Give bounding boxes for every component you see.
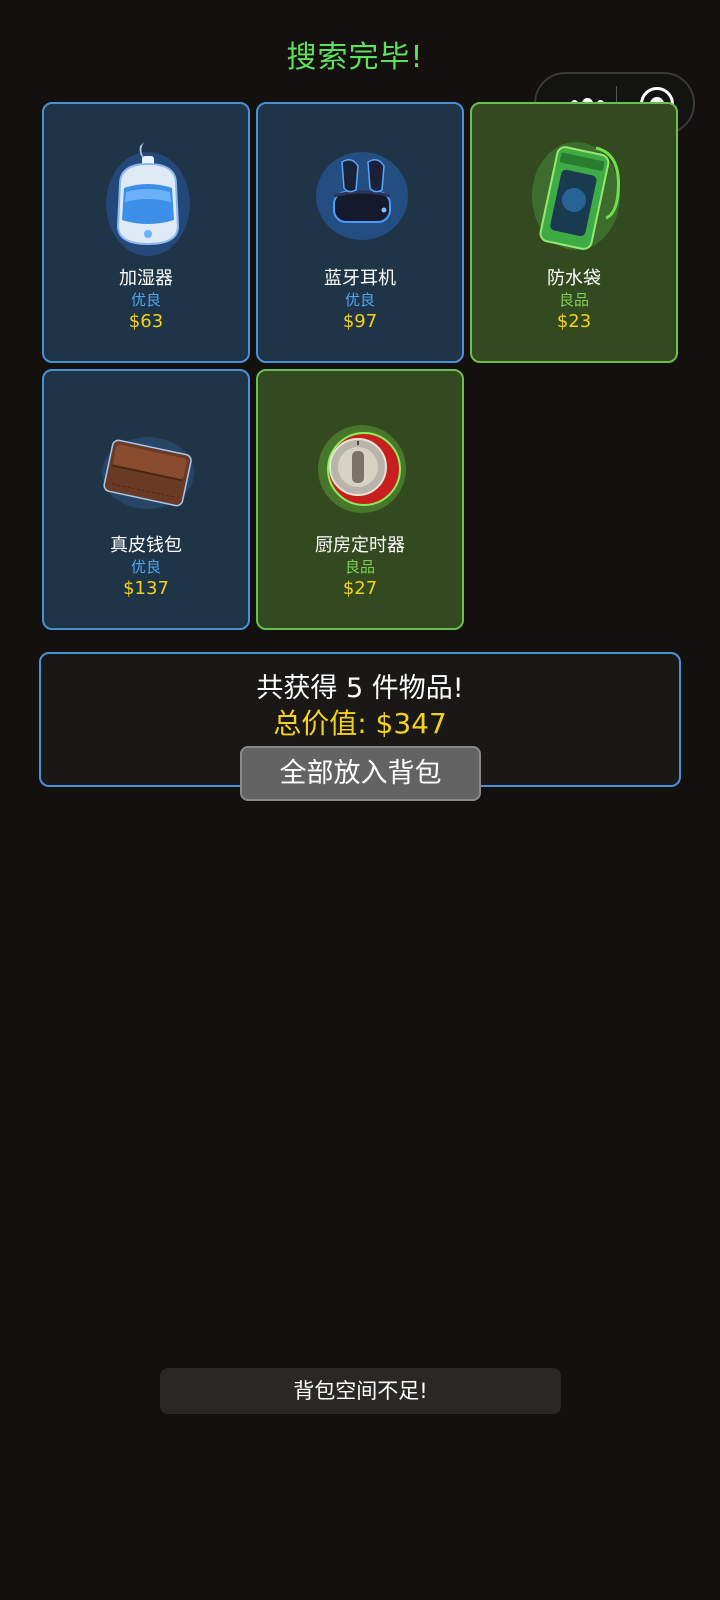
item-price: $23 xyxy=(556,311,592,332)
item-card-humidifier[interactable]: 加湿器 优良 $63 xyxy=(42,102,250,363)
waterproof-bag-icon xyxy=(532,142,621,250)
put-all-in-backpack-button[interactable]: 全部放入背包 xyxy=(240,746,481,801)
item-card-waterproof-bag[interactable]: 防水袋 良品 $23 xyxy=(470,102,678,363)
total-value-text: 总价值: $347 xyxy=(273,707,447,740)
item-rarity: 良品 xyxy=(344,558,375,576)
item-name: 厨房定时器 xyxy=(315,535,405,556)
item-rarity: 优良 xyxy=(130,558,161,576)
humidifier-icon xyxy=(106,142,190,256)
item-price: $97 xyxy=(342,311,378,332)
item-name: 真皮钱包 xyxy=(110,535,182,556)
item-card-kitchen-timer[interactable]: 厨房定时器 良品 $27 xyxy=(256,369,464,630)
toast-message: 背包空间不足! xyxy=(160,1368,561,1414)
earbuds-icon xyxy=(316,152,408,240)
item-rarity: 优良 xyxy=(130,291,161,309)
item-count-text: 共获得 5 件物品! xyxy=(256,673,464,704)
item-name: 蓝牙耳机 xyxy=(324,268,396,289)
wallet-icon xyxy=(102,437,194,509)
item-name: 防水袋 xyxy=(547,268,601,289)
item-rarity: 良品 xyxy=(558,291,589,309)
item-price: $63 xyxy=(128,311,164,332)
item-card-earbuds[interactable]: 蓝牙耳机 优良 $97 xyxy=(256,102,464,363)
item-price: $137 xyxy=(123,578,169,599)
page-title: 搜索完毕! xyxy=(286,40,424,75)
item-price: $27 xyxy=(342,578,378,599)
kitchen-timer-icon xyxy=(318,425,406,513)
item-card-wallet[interactable]: 真皮钱包 优良 $137 xyxy=(42,369,250,630)
item-name: 加湿器 xyxy=(119,268,173,289)
item-rarity: 优良 xyxy=(344,291,375,309)
